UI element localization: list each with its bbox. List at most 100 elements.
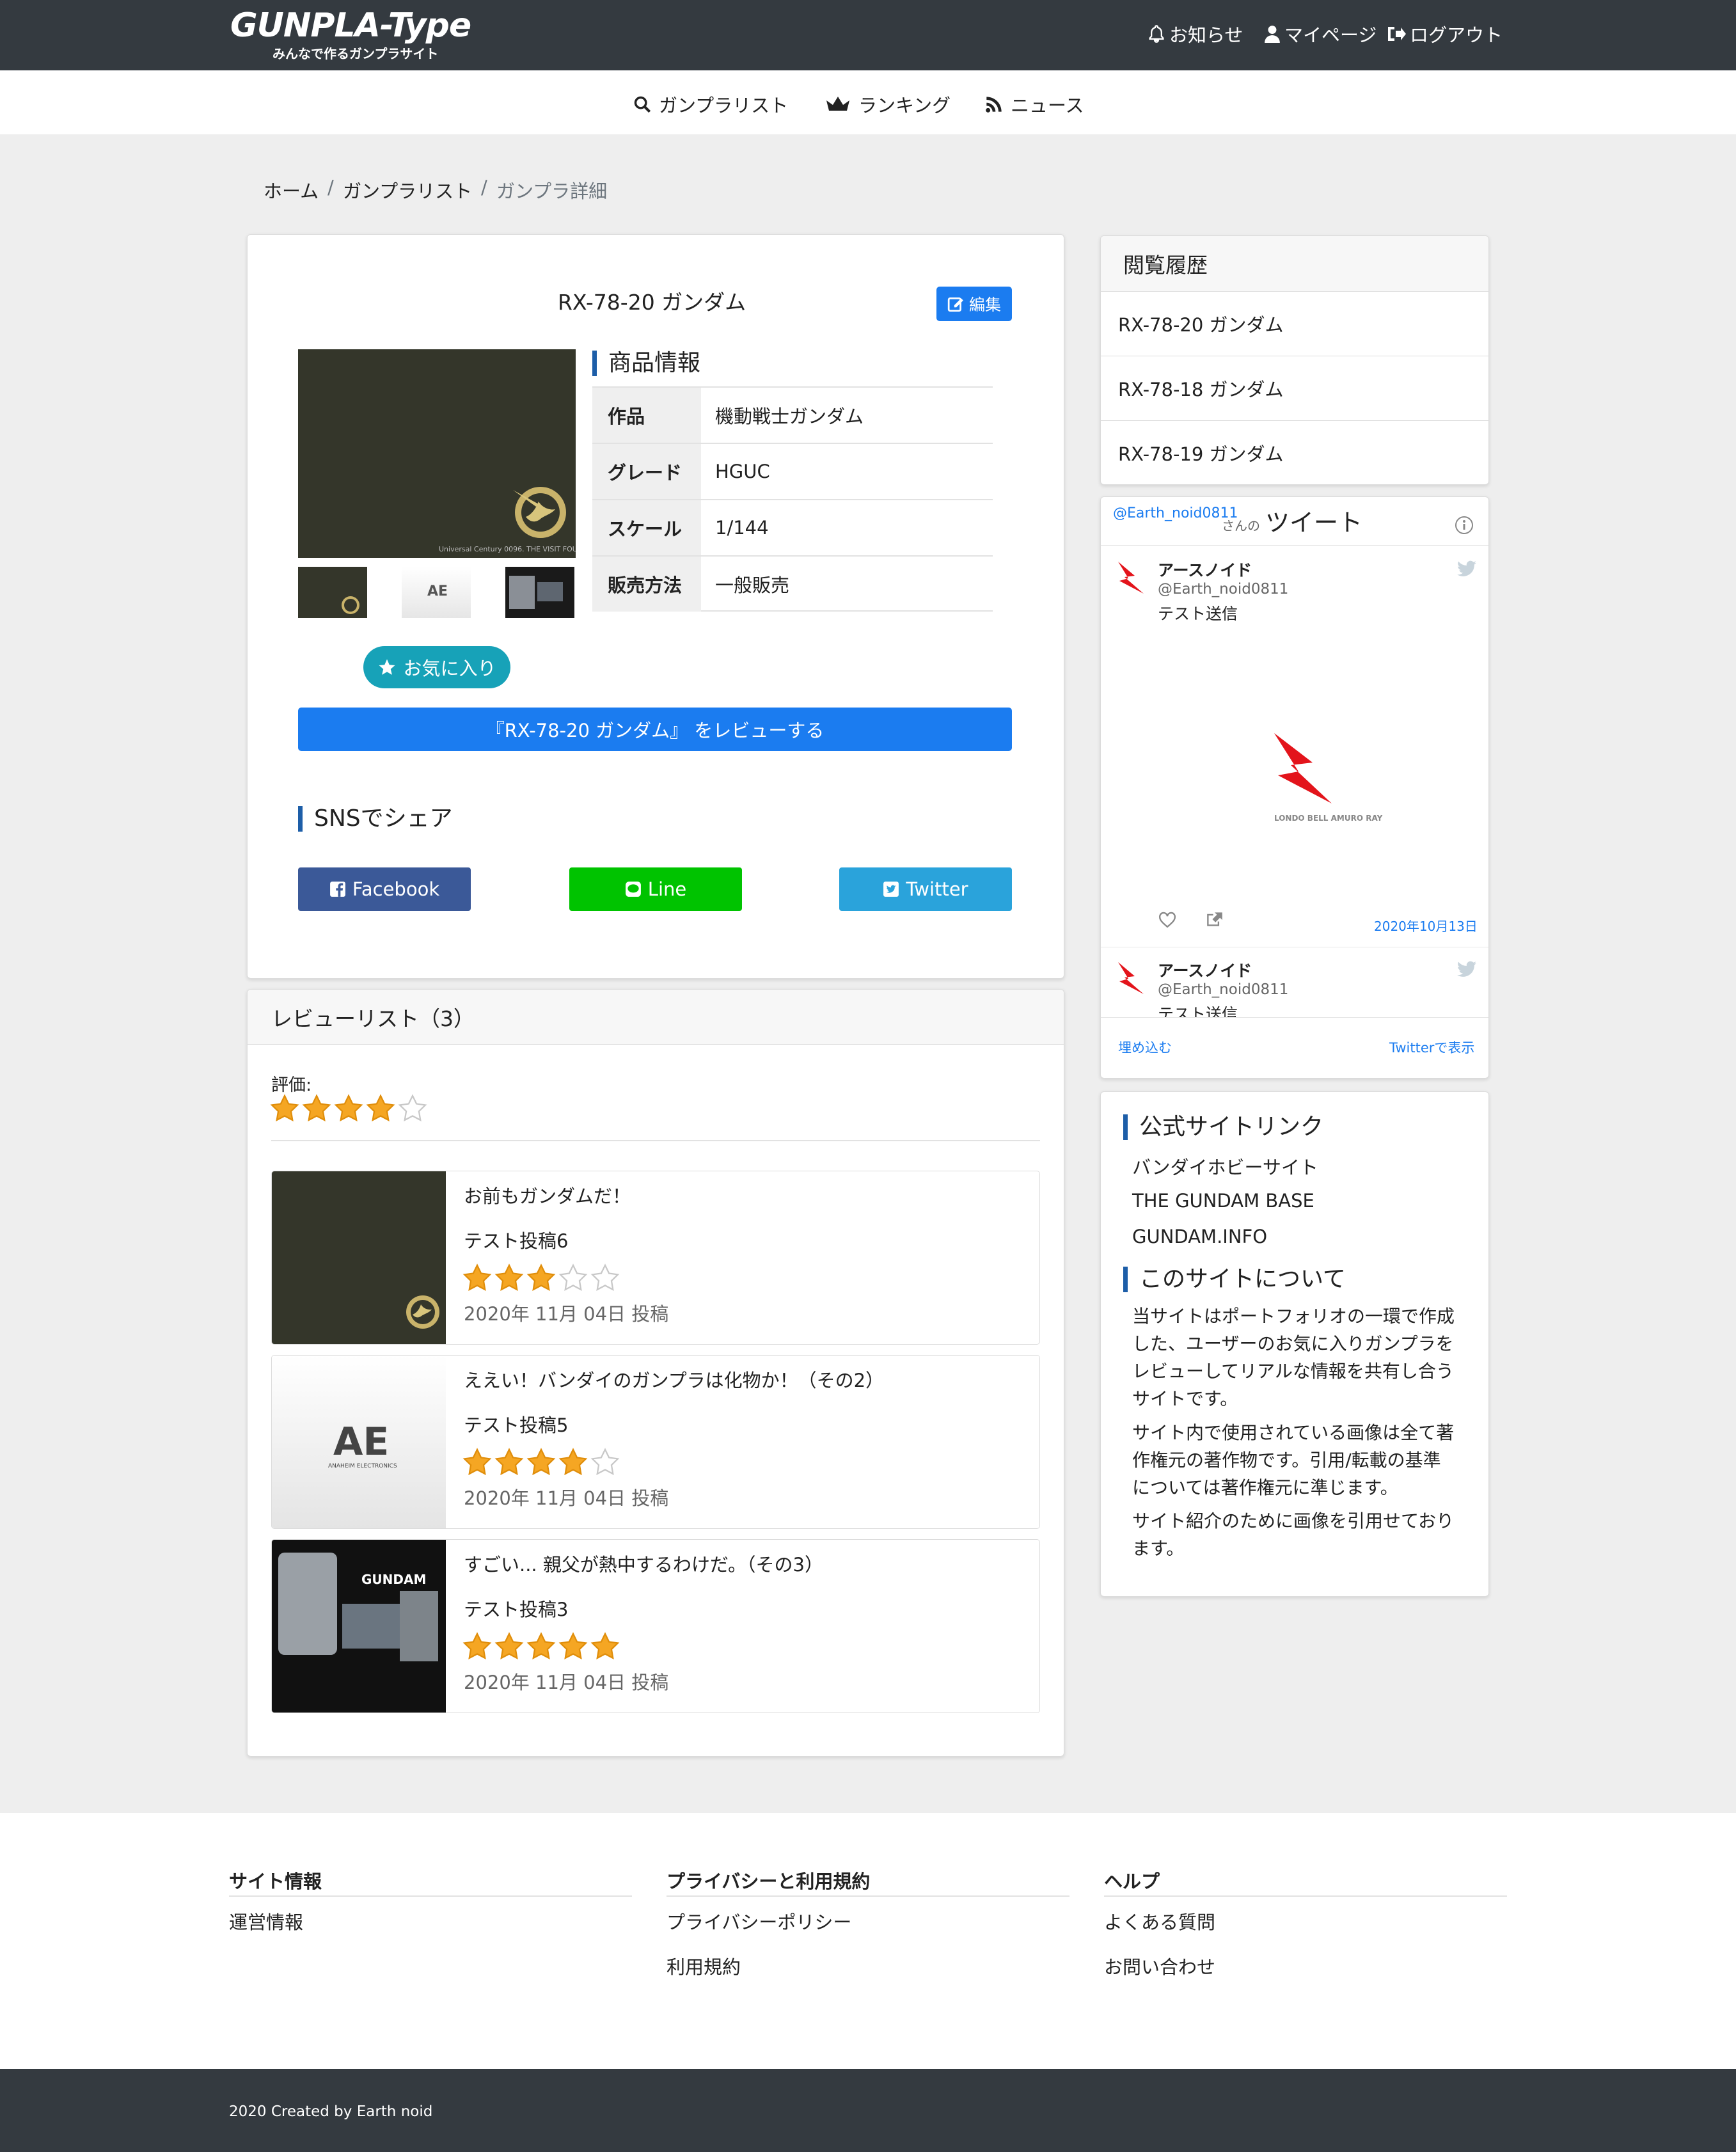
spec-row: 作品 機動戦士ガンダム [592,386,993,443]
tweet-date[interactable]: 2020年10月13日 [1374,916,1478,935]
embed-link[interactable]: 埋め込む [1118,1038,1172,1057]
poster-panel [342,1604,406,1649]
divider [667,1895,1069,1897]
link-bandai-hobby[interactable]: バンダイホビーサイト [1132,1153,1318,1180]
about-paragraph: 当サイトはポートフォリオの一環で作成した、ユーザーのお気に入りガンプラをレビュー… [1132,1306,1455,1409]
product-title: RX-78-20 ガンダム [558,290,746,315]
facebook-share-button[interactable]: Facebook [298,867,471,911]
avatar[interactable] [1116,960,1145,995]
anaheim-logo-text: ANAHEIM ELECTRONICS [328,1463,397,1469]
logout-link[interactable]: ログアウト [1387,20,1503,47]
review-item[interactable]: お前もガンダムだ！ テスト投稿6 2020年 11月 04日 投稿 [271,1171,1040,1345]
history-item[interactable]: RX-78-18 ガンダム [1100,356,1489,420]
average-rating-stars [270,1094,427,1122]
history-item[interactable]: RX-78-20 ガンダム [1100,291,1489,355]
tweet-text: テスト送信 [1158,1005,1238,1017]
star-filled-icon [526,1263,556,1292]
spec-row: 販売方法 一般販売 [592,555,993,612]
info-icon[interactable] [1455,516,1474,535]
review-item[interactable]: GUNDAM すごい... 親父が熱中するわけだ。（その3） テスト投稿3 20… [271,1539,1040,1713]
divider [1104,1895,1507,1897]
twitter-share-button[interactable]: Twitter [839,867,1012,911]
footer-link[interactable]: 運営情報 [229,1908,303,1934]
about-paragraph: サイト紹介のために画像を引用せております。 [1132,1510,1455,1559]
tweet-handle[interactable]: @Earth_noid0811 [1158,581,1288,597]
line-label: Line [647,878,687,900]
product-info-heading: 商品情報 [592,351,700,376]
rating-label: 評価: [271,1075,312,1095]
star-empty-icon [590,1448,620,1476]
star-icon [379,659,395,675]
spec-row: スケール 1/144 [592,499,993,555]
favorite-button[interactable]: お気に入り [363,646,510,688]
tweet-author[interactable]: アースノイド [1158,958,1252,981]
copyright-text: 2020 Created by Earth noid [229,2103,433,2120]
breadcrumb-current: ガンプラ詳細 [496,180,608,202]
timeline-handle[interactable]: @Earth_noid0811 [1113,505,1238,521]
edit-button[interactable]: 編集 [936,287,1012,321]
footer-link[interactable]: よくある質問 [1104,1908,1215,1934]
link-gundam-info[interactable]: GUNDAM.INFO [1132,1226,1267,1247]
nav-ranking[interactable]: ランキング [825,91,951,118]
brand-tagline: みんなで作るガンプラサイト [272,46,439,61]
review-date: 2020年 11月 04日 投稿 [464,1672,669,1693]
logout-label: ログアウト [1410,24,1503,46]
crown-icon [826,97,849,111]
share-icon[interactable] [1205,911,1224,928]
tweet-author[interactable]: アースノイド [1158,558,1252,581]
line-icon [625,882,641,897]
product-main-image[interactable]: Universal Century 0096. THE VISIT FOUNDA… [298,349,576,558]
link-gundam-base[interactable]: THE GUNDAM BASE [1132,1190,1314,1212]
thumbnail-2[interactable]: AE [402,567,471,618]
thumbnail-1[interactable] [298,567,367,618]
footer-link[interactable]: お問い合わせ [1104,1952,1215,1979]
breadcrumb-gunpla-list[interactable]: ガンプラリスト [343,177,472,203]
tweet-text: テスト送信 [1158,605,1238,623]
review-image: GUNDAM [272,1540,446,1713]
image-caption: Universal Century 0096. THE VISIT FOUNDA… [439,545,576,553]
facebook-label: Facebook [352,878,440,900]
spec-value: 1/144 [715,517,769,539]
sub-navbar: ガンプラリスト ランキング ニュース [0,70,1736,134]
star-filled-icon [334,1094,363,1122]
review-item[interactable]: AE ANAHEIM ELECTRONICS ええい！バンダイのガンプラは化物か… [271,1355,1040,1529]
footer-link[interactable]: 利用規約 [667,1952,741,1979]
search-icon [634,96,651,113]
about-heading: このサイトについて [1123,1267,1346,1292]
star-filled-icon [366,1094,395,1122]
about-paragraph: サイト内で使用されている画像は全て著作権元の著作物です。引用/転載の基準について… [1132,1422,1455,1498]
sign-out-icon [1388,27,1406,41]
spec-key: グレード [592,444,701,499]
user-icon [1265,26,1280,43]
star-filled-icon [526,1448,556,1476]
thumbnail-3[interactable] [505,567,574,618]
review-date: 2020年 11月 04日 投稿 [464,1303,669,1325]
facebook-icon [329,882,345,897]
heart-icon[interactable] [1158,911,1177,928]
write-review-button[interactable]: 『RX-78-20 ガンダム』 をレビューする [298,708,1012,751]
footer-link[interactable]: プライバシーポリシー [667,1908,851,1934]
breadcrumb-home[interactable]: ホーム [264,177,319,203]
twitter-bird-icon [1457,560,1476,576]
divider [229,1895,632,1897]
tweet-media[interactable]: LONDO BELL AMURO RAY [1101,624,1488,880]
favorite-label: お気に入り [403,658,496,679]
mypage-link[interactable]: マイページ [1264,20,1377,47]
amuro-emblem-icon [1274,733,1332,803]
notifications-link[interactable]: お知らせ [1148,20,1243,47]
nav-gunpla-list[interactable]: ガンプラリスト [633,91,788,118]
divider [1101,1017,1488,1018]
brand-logo[interactable]: GUNPLA-Type [230,6,471,45]
avatar[interactable] [1116,559,1145,595]
view-on-twitter-link[interactable]: Twitterで表示 [1389,1038,1474,1057]
history-item[interactable]: RX-78-19 ガンダム [1100,420,1489,484]
top-navbar: GUNPLA-Type みんなで作るガンプラサイト お知らせ マイページ ログア… [0,0,1736,70]
gundam-figure [509,576,535,609]
tweet-handle[interactable]: @Earth_noid0811 [1158,981,1288,998]
spec-value: 一般販売 [715,574,790,596]
line-share-button[interactable]: Line [569,867,742,911]
divider [1101,545,1488,546]
edit-icon [947,297,963,312]
star-filled-icon [494,1263,524,1292]
nav-news[interactable]: ニュース [985,91,1084,118]
